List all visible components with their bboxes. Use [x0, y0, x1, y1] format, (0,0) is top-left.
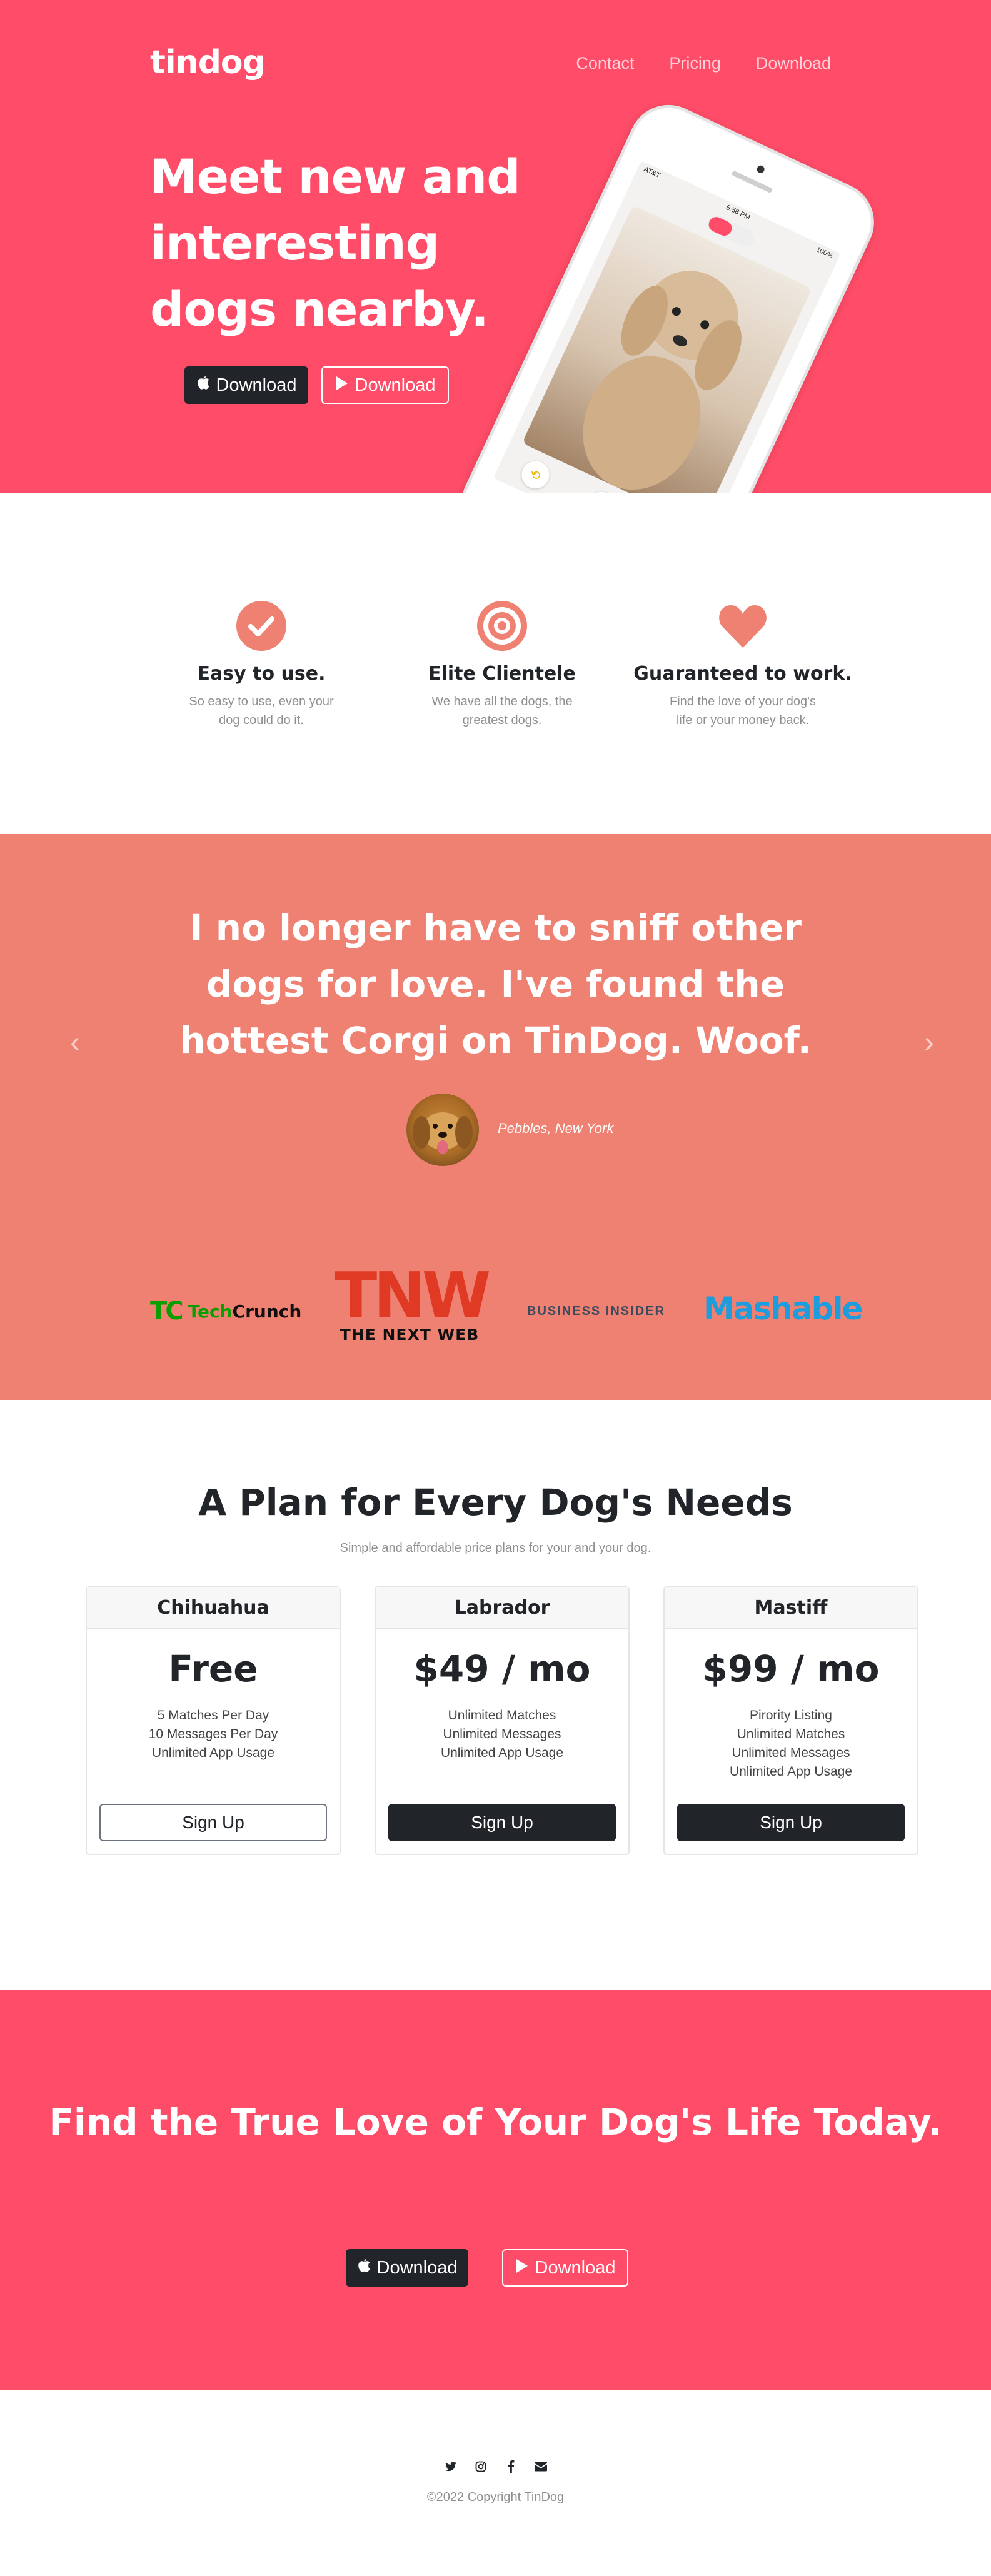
feature-text: Find the love of your dog's life or your… [670, 695, 816, 727]
signup-button-labrador[interactable]: Sign Up [388, 1804, 616, 1841]
check-circle-icon [236, 601, 286, 651]
plan-feature: Unlimited App Usage [729, 1764, 853, 1779]
techcrunch-wordmark: TechCrunch [188, 1301, 302, 1322]
plan-features: 5 Matches Per Day 10 Messages Per Day Un… [87, 1706, 340, 1763]
techcrunch-logo: TC TechCrunch [150, 1297, 301, 1326]
feature-easy: Easy to use. So easy to use, even your d… [149, 600, 374, 730]
nav-link-contact[interactable]: Contact [576, 54, 634, 73]
cta-play-download-label: Download [535, 2257, 616, 2278]
business-insider-logo: BUSINESS INSIDER [527, 1304, 665, 1318]
pricing-title: A Plan for Every Dog's Needs [198, 1481, 793, 1524]
feature-elite: Elite Clientele We have all the dogs, th… [390, 600, 615, 730]
techcrunch-word-tech: Tech [188, 1301, 233, 1322]
feature-title: Guaranteed to work. [633, 663, 852, 685]
press-logos: TC TechCrunch TNW THE NEXT WEB BUSINESS … [0, 1259, 991, 1347]
techcrunch-mark: TC [150, 1297, 184, 1326]
carousel-prev-button[interactable]: ‹ [63, 1025, 88, 1060]
nav-link-pricing[interactable]: Pricing [669, 54, 721, 73]
twitter-icon[interactable] [443, 2459, 458, 2474]
testimonial-quote: I no longer have to sniff other dogs for… [179, 907, 812, 1062]
plan-feature: Unlimited Matches [737, 1727, 845, 1741]
plan-features: Unlimited Matches Unlimited Messages Unl… [376, 1706, 628, 1763]
testimonial-author: Pebbles, New York [498, 1120, 614, 1136]
tnw-mark: TNW [335, 1259, 491, 1332]
social-links [0, 2459, 991, 2474]
tnw-wordmark: THE NEXT WEB [340, 1326, 480, 1344]
rewind-icon: ⟲ [516, 456, 554, 493]
plan-feature: Pirority Listing [750, 1708, 832, 1723]
phone-time: 5:58 PM [725, 203, 752, 222]
plan-price: $99 / mo [702, 1648, 880, 1690]
plan-price: Free [168, 1648, 258, 1690]
bullseye-icon [477, 601, 527, 651]
plan-price: $49 / mo [413, 1648, 591, 1690]
copyright: ©2022 Copyright TinDog [426, 2490, 565, 2504]
envelope-icon[interactable] [533, 2459, 548, 2474]
feature-guaranteed: Guaranteed to work. Find the love of you… [630, 600, 855, 730]
cta-play-download-button[interactable]: Download [502, 2249, 628, 2287]
phone-carrier: AT&T [642, 165, 662, 180]
hero-play-download-label: Download [355, 375, 436, 395]
mashable-logo: Mashable [703, 1291, 863, 1327]
plan-feature: 5 Matches Per Day [157, 1708, 269, 1723]
pricing-card-labrador: Labrador $49 / mo Unlimited Matches Unli… [375, 1586, 630, 1855]
plan-feature: 10 Messages Per Day [148, 1727, 278, 1741]
nav-link-download[interactable]: Download [756, 54, 831, 73]
heart-icon [719, 605, 767, 648]
plan-name: Mastiff [665, 1587, 917, 1629]
cta-apple-download-label: Download [376, 2257, 458, 2278]
hero-section: tindog Contact Pricing Download Meet new… [0, 0, 991, 493]
feature-text: So easy to use, even your dog could do i… [189, 695, 334, 727]
plan-feature: Unlimited App Usage [151, 1746, 275, 1760]
hero-apple-download-label: Download [216, 375, 297, 395]
plan-name: Labrador [376, 1587, 628, 1629]
phone-camera [755, 164, 766, 174]
apple-icon [357, 2258, 371, 2278]
footer: ©2022 Copyright TinDog [0, 2390, 991, 2576]
main-nav: Contact Pricing Download [576, 54, 831, 73]
plan-feature: Unlimited App Usage [440, 1746, 564, 1760]
hero-play-download-button[interactable]: Download [321, 366, 449, 404]
phone-screen: AT&T 5:58 PM 100% ⟲ ✕ ⚡ [493, 160, 841, 493]
testimonial-section: ‹ › I no longer have to sniff other dogs… [0, 834, 991, 1400]
phone-speaker [731, 170, 773, 194]
hero-title: Meet new and interesting dogs nearby. [150, 149, 521, 337]
pricing-card-mastiff: Mastiff $99 / mo Pirority Listing Unlimi… [663, 1586, 918, 1855]
dog-photo [521, 204, 812, 493]
signup-button-chihuahua[interactable]: Sign Up [99, 1804, 327, 1841]
cta-title: Find the True Love of Your Dog's Life To… [49, 2101, 942, 2143]
plan-name: Chihuahua [87, 1587, 340, 1629]
carousel-next-button[interactable]: › [917, 1025, 942, 1060]
instagram-icon[interactable] [473, 2459, 488, 2474]
feature-title: Elite Clientele [428, 663, 576, 685]
pricing-section: A Plan for Every Dog's Needs Simple and … [0, 1400, 991, 1990]
pricing-card-chihuahua: Chihuahua Free 5 Matches Per Day 10 Mess… [86, 1586, 341, 1855]
plan-feature: Unlimited Messages [443, 1727, 561, 1741]
phone-battery: 100% [815, 246, 834, 260]
feature-title: Easy to use. [197, 663, 326, 685]
apple-icon [196, 375, 210, 396]
pricing-subtitle: Simple and affordable price plans for yo… [340, 1541, 651, 1555]
dislike-icon: ✕ [583, 487, 620, 493]
cta-apple-download-button[interactable]: Download [346, 2249, 468, 2287]
plan-features: Pirority Listing Unlimited Matches Unlim… [665, 1706, 917, 1781]
brand-logo[interactable]: tindog [150, 44, 266, 81]
tnw-logo: TNW THE NEXT WEB [335, 1259, 491, 1344]
google-play-icon [335, 375, 349, 396]
google-play-icon [515, 2258, 529, 2278]
plan-feature: Unlimited Matches [448, 1708, 556, 1723]
features-section: Easy to use. So easy to use, even your d… [0, 493, 991, 834]
hero-apple-download-button[interactable]: Download [184, 366, 308, 404]
feature-text: We have all the dogs, the greatest dogs. [431, 695, 573, 727]
signup-button-mastiff[interactable]: Sign Up [677, 1804, 905, 1841]
avatar [406, 1094, 479, 1166]
techcrunch-word-crunch: Crunch [232, 1301, 302, 1322]
cta-section: Find the True Love of Your Dog's Life To… [0, 1990, 991, 2390]
facebook-icon[interactable] [503, 2459, 518, 2474]
plan-feature: Unlimited Messages [732, 1746, 850, 1760]
